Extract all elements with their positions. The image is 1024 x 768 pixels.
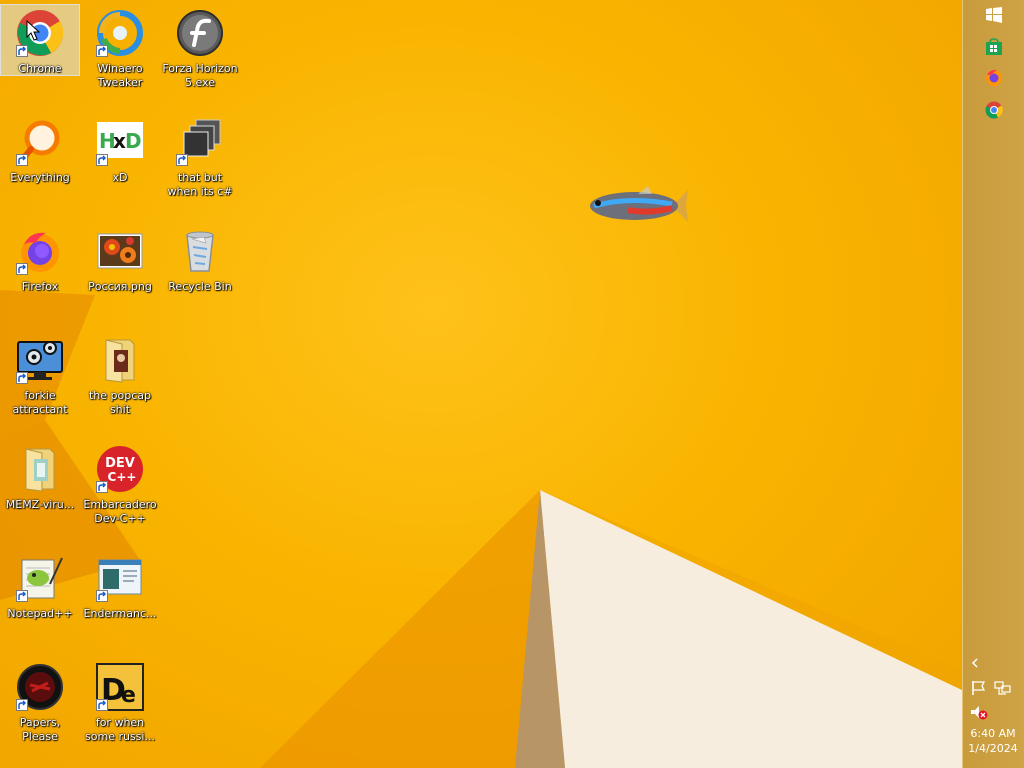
recycle-bin-icon: [176, 227, 224, 275]
papers-please-icon: [16, 663, 64, 711]
show-hidden-chevron-icon[interactable]: [971, 658, 979, 668]
search-icon: [16, 118, 64, 166]
desktop-icon-the-popcap-shit[interactable]: the popcap shit: [81, 332, 159, 438]
de-icon: D e: [96, 663, 144, 711]
desktop-icon-forkie-attractant[interactable]: forkie attractant: [1, 332, 79, 438]
mouse-cursor-icon: [26, 20, 40, 41]
flag-icon[interactable]: [970, 680, 988, 696]
desktop-icon-label: Россия.png: [88, 280, 152, 293]
firefox-icon: [986, 69, 1002, 86]
desktop-icon-for-when-some-russi[interactable]: D e for when some russi...: [81, 659, 159, 765]
hxd-icon: H x D: [96, 118, 144, 166]
taskbar-chrome-button[interactable]: [963, 95, 1024, 125]
start-windows-icon: [986, 7, 1002, 23]
desktop-icon-rossiya-png[interactable]: Россия.png: [81, 223, 159, 329]
desktop-icon-label: Chrome: [18, 62, 62, 75]
shortcut-arrow-icon: [16, 154, 28, 166]
shortcut-arrow-icon: [96, 481, 108, 493]
desktop-icon-label: Papers, Please: [19, 716, 61, 743]
taskbar-store-button[interactable]: [963, 32, 1024, 62]
neon-tetra-fish-image[interactable]: [588, 186, 692, 226]
desktop-icon-that-but-when-its-csharp[interactable]: that but when its c#: [161, 114, 239, 220]
volume-muted-icon[interactable]: [970, 704, 988, 720]
chrome-icon: [16, 9, 64, 57]
desktop-icon-everything[interactable]: Everything: [1, 114, 79, 220]
desktop[interactable]: Chrome Winaero Tweaker Forza Horizon 5.e…: [0, 0, 962, 768]
desktop-icon-label: MEMZ-viru...: [5, 498, 75, 511]
desktop-icon-label: Firefox: [21, 280, 59, 293]
clock-date: 1/4/2024: [968, 742, 1018, 755]
clock[interactable]: 6:40 AM 1/4/2024: [962, 726, 1024, 756]
folder-icon: [16, 445, 64, 493]
desktop-icon-notepad-plus-plus[interactable]: Notepad++: [1, 550, 79, 656]
folder-icon: [96, 336, 144, 384]
stack-icon: [176, 118, 224, 166]
shortcut-arrow-icon: [16, 372, 28, 384]
desktop-icon-label: Everything: [10, 171, 70, 184]
notepadpp-icon: [16, 554, 64, 602]
shortcut-arrow-icon: [16, 590, 28, 602]
svg-text:DEV: DEV: [105, 456, 135, 471]
desktop-icon-memz-virus[interactable]: MEMZ-viru...: [1, 441, 79, 547]
desktop-icon-label: forkie attractant: [12, 389, 68, 416]
desktop-icon-label: Embarcadero Dev-C++: [83, 498, 157, 525]
desktop-icon-firefox[interactable]: Firefox: [1, 223, 79, 329]
desktop-icon-winaero-tweaker[interactable]: Winaero Tweaker: [81, 5, 159, 111]
taskbar: [962, 0, 1024, 768]
desktop-icon-recycle-bin[interactable]: Recycle Bin: [161, 223, 239, 329]
shortcut-arrow-icon: [16, 45, 28, 57]
desktop-icon-label: Endermanc...: [83, 607, 157, 620]
start-button[interactable]: [963, 0, 1024, 30]
desktop-icon-label: that but when its c#: [167, 171, 233, 198]
desktop-icon-label: Recycle Bin: [168, 280, 232, 293]
svg-text:D: D: [125, 129, 142, 153]
desktop-icon-endermanch[interactable]: Endermanc...: [81, 550, 159, 656]
monitor-gear-icon: [16, 336, 64, 384]
desktop-icon-label: Winaero Tweaker: [97, 62, 143, 89]
desktop-icon-label: Notepad++: [7, 607, 73, 620]
flash-icon: [176, 9, 224, 57]
shortcut-arrow-icon: [96, 154, 108, 166]
network-icon[interactable]: [994, 680, 1012, 696]
desktop-icon-forza-horizon[interactable]: Forza Horizon 5.exe: [161, 5, 239, 111]
image-icon: [96, 227, 144, 275]
desktop-icon-label: the popcap shit: [88, 389, 151, 416]
taskbar-firefox-button[interactable]: [963, 63, 1024, 93]
shortcut-arrow-icon: [96, 590, 108, 602]
shortcut-arrow-icon: [16, 699, 28, 711]
desktop-icon-papers-please[interactable]: Papers, Please: [1, 659, 79, 765]
desktop-icon-label: xD: [112, 171, 128, 184]
desktop-icon-embarcadero-dev-cpp[interactable]: DEV C++ Embarcadero Dev-C++: [81, 441, 159, 547]
shortcut-arrow-icon: [16, 263, 28, 275]
desktop-icon-label: Forza Horizon 5.exe: [162, 62, 238, 89]
shortcut-arrow-icon: [96, 45, 108, 57]
chrome-icon: [985, 101, 1003, 119]
devcpp-icon: DEV C++: [96, 445, 144, 493]
desktop-icon-xd[interactable]: H x D xD: [81, 114, 159, 220]
clock-time: 6:40 AM: [970, 727, 1016, 740]
shortcut-arrow-icon: [176, 154, 188, 166]
firefox-icon: [16, 227, 64, 275]
svg-text:e: e: [121, 683, 136, 708]
window-icon: [96, 554, 144, 602]
shortcut-arrow-icon: [96, 699, 108, 711]
desktop-icon-label: for when some russi...: [85, 716, 155, 743]
svg-text:C++: C++: [108, 470, 137, 484]
desktop-icon-chrome[interactable]: Chrome: [0, 4, 80, 76]
store-icon: [986, 38, 1002, 55]
winaero-icon: [96, 9, 144, 57]
